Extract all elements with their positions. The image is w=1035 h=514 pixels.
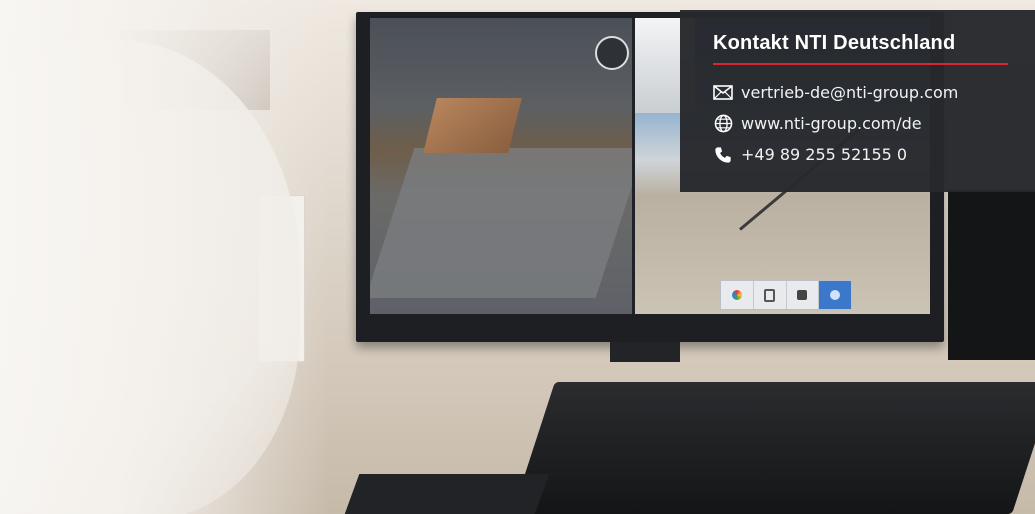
website-text[interactable]: www.nti-group.com/de [741,114,922,133]
phone-icon [713,145,733,165]
monitor-stand [610,342,680,362]
parking-lot [370,148,645,298]
email-text[interactable]: vertrieb-de@nti-group.com [741,83,958,102]
laptop [512,382,1035,514]
second-monitor [948,190,1035,360]
compass-widget [595,36,629,70]
email-row[interactable]: vertrieb-de@nti-group.com [713,77,1035,108]
contact-box: Kontakt NTI Deutschland vertrieb-de@nti-… [680,10,1035,192]
document-tool-icon [754,281,787,309]
aerial-view-pane [370,18,645,314]
envelope-icon [713,83,733,103]
phone-text[interactable]: +49 89 255 52155 0 [741,145,907,164]
title-underline [713,63,1008,65]
viewer-toolbar [720,280,852,310]
phone-row[interactable]: +49 89 255 52155 0 [713,139,1035,170]
share-tool-icon [819,281,851,309]
keyboard [344,474,550,514]
website-row[interactable]: www.nti-group.com/de [713,108,1035,139]
color-tool-icon [721,281,754,309]
globe-icon [713,114,733,134]
office-building [423,98,522,153]
white-fade-overlay [0,0,330,514]
layout-tool-icon [787,281,820,309]
contact-title: Kontakt NTI Deutschland [713,32,956,54]
